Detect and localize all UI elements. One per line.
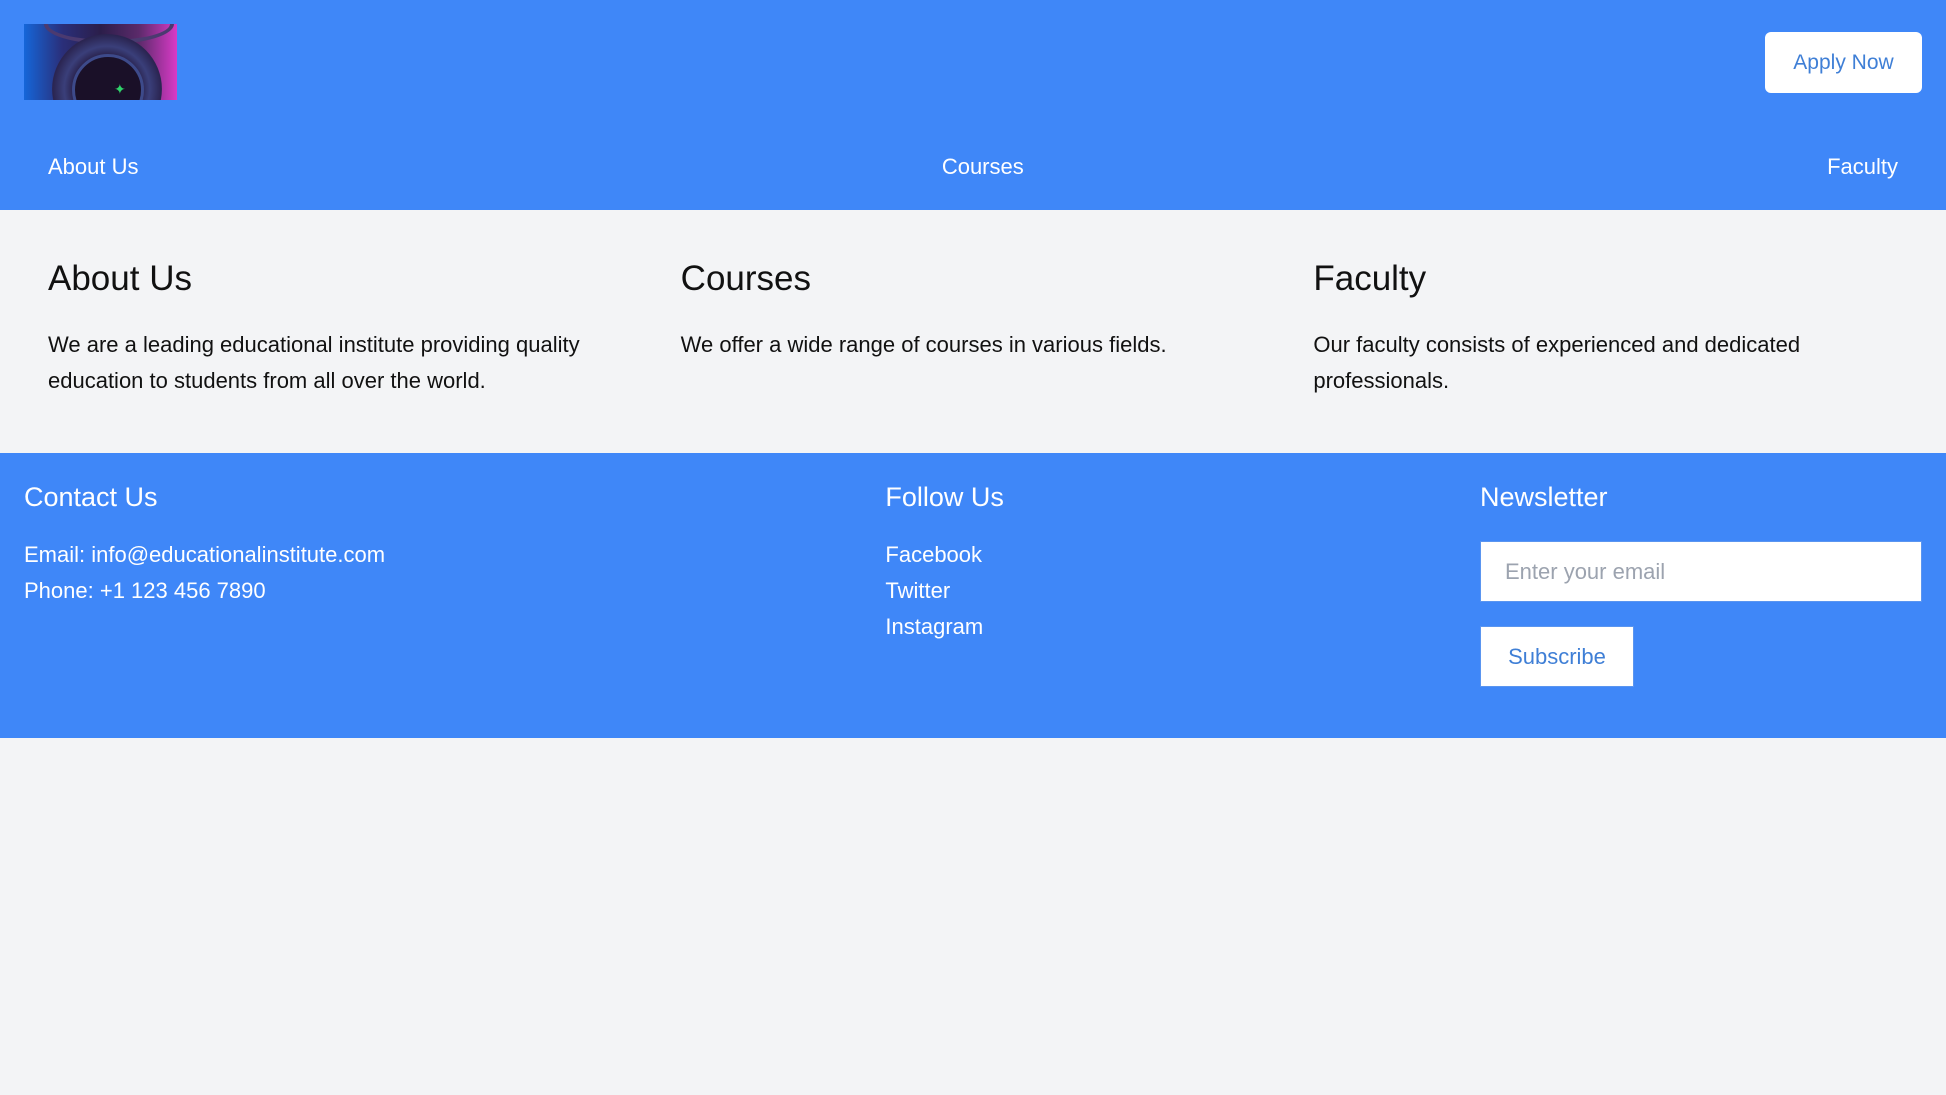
nav-link-courses[interactable]: Courses — [942, 154, 1024, 180]
contact-phone: Phone: +1 123 456 7890 — [24, 578, 266, 604]
about-us-section: About Us We are a leading educational in… — [24, 259, 657, 453]
nav-link-about-us[interactable]: About Us — [48, 154, 139, 180]
contact-us-title: Contact Us — [24, 482, 158, 512]
section-body: Our faculty consists of experienced and … — [1313, 331, 1801, 393]
facebook-link[interactable]: Facebook — [885, 537, 1480, 573]
contact-us-block: Contact Us Email: info@educationalinstit… — [24, 481, 885, 738]
section-title: Faculty — [1313, 259, 1427, 298]
courses-section: Courses We offer a wide range of courses… — [657, 259, 1290, 453]
section-title: Courses — [680, 259, 811, 298]
twitter-link[interactable]: Twitter — [885, 573, 1480, 609]
follow-us-block: Follow Us Facebook Twitter Instagram — [885, 481, 1480, 738]
newsletter-email-input[interactable] — [1480, 541, 1922, 603]
main-content: About Us We are a leading educational in… — [0, 210, 1946, 453]
apply-now-button[interactable]: Apply Now — [1765, 32, 1922, 93]
newsletter-block: Newsletter Subscribe — [1480, 481, 1922, 738]
faculty-section: Faculty Our faculty consists of experien… — [1289, 259, 1922, 453]
razer-logo-icon: ✦ — [114, 81, 126, 97]
section-body: We offer a wide range of courses in vari… — [680, 331, 1167, 357]
logo-image[interactable]: ✦ — [24, 24, 177, 100]
header-top-bar: ✦ Apply Now — [0, 0, 1946, 124]
main-nav: About Us Courses Faculty — [0, 124, 1946, 210]
nav-link-faculty[interactable]: Faculty — [1827, 154, 1898, 180]
newsletter-title: Newsletter — [1480, 482, 1608, 512]
contact-email: Email: info@educationalinstitute.com — [24, 542, 386, 568]
section-title: About Us — [48, 259, 192, 298]
follow-us-title: Follow Us — [885, 482, 1004, 512]
site-footer: Contact Us Email: info@educationalinstit… — [0, 453, 1946, 738]
instagram-link[interactable]: Instagram — [885, 609, 1480, 645]
site-header: ✦ Apply Now About Us Courses Faculty — [0, 0, 1946, 210]
section-body: We are a leading educational institute p… — [48, 331, 580, 393]
subscribe-button[interactable]: Subscribe — [1480, 626, 1634, 688]
